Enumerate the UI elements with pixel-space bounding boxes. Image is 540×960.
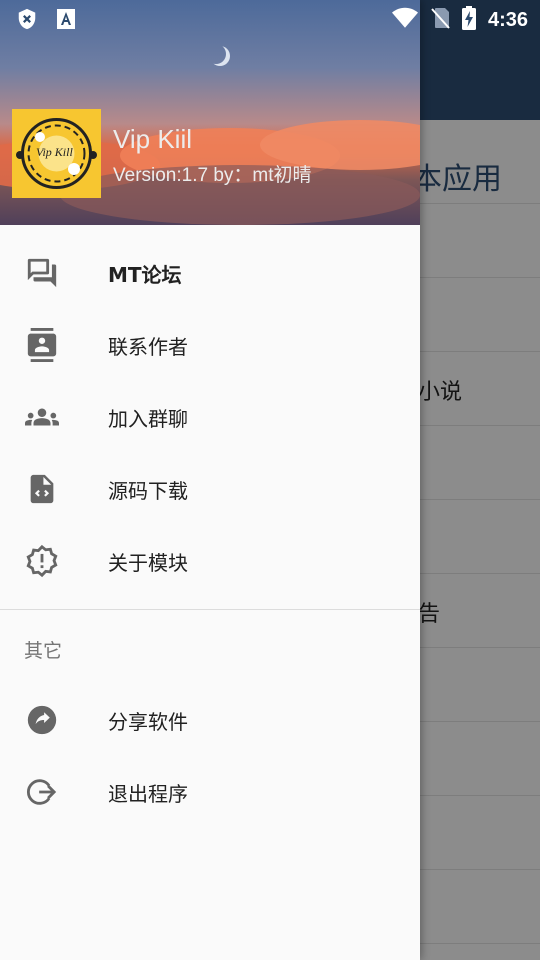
exit-icon [24,774,60,810]
menu-divider [0,609,420,610]
share-icon [24,702,60,738]
menu-item-join-group[interactable]: 加入群聊 [0,381,420,453]
menu-item-exit-app[interactable]: 退出程序 [0,756,420,828]
wifi-icon [391,7,418,33]
menu-item-label: 分享软件 [108,709,188,734]
battery-charging-icon [461,6,476,34]
menu-item-label: 联系作者 [108,334,188,359]
shield-x-icon [16,8,38,34]
menu-item-mt-forum[interactable]: MT论坛 [0,237,420,309]
app-name: Vip Kiil [113,124,193,154]
drawer-menu: MT论坛 联系作者 加入群聊 源码下载 关于模块 [0,237,420,597]
group-icon [24,399,60,435]
menu-item-label: 关于模块 [108,550,188,575]
status-bar: 4:36 [0,0,540,36]
menu-item-label: 加入群聊 [108,406,188,431]
code-file-icon [24,471,60,507]
font-a-icon [56,8,76,34]
menu-item-share-app[interactable]: 分享软件 [0,684,420,756]
navigation-drawer: Vip Kill Vip Kiil Version:1.7 by：mt初晴 MT… [0,0,420,960]
no-sim-icon [430,7,450,33]
moon-icon [206,44,226,64]
section-label-other: 其它 [24,640,63,662]
version-text: Version:1.7 by：mt初晴 [113,165,312,186]
menu-item-about-module[interactable]: 关于模块 [0,525,420,597]
forum-chat-icon [24,255,60,291]
app-logo[interactable]: Vip Kill [12,109,101,198]
drawer-menu-other: 分享软件 退出程序 [0,684,420,828]
menu-item-label: MT论坛 [108,262,182,287]
info-badge-icon [24,543,60,579]
logo-text: Vip Kill [36,145,73,159]
menu-item-source-download[interactable]: 源码下载 [0,453,420,525]
menu-item-label: 源码下载 [108,478,188,503]
contact-card-icon [24,327,60,363]
menu-item-contact-author[interactable]: 联系作者 [0,309,420,381]
menu-item-label: 退出程序 [108,781,188,806]
clock-time: 4:36 [487,8,528,31]
